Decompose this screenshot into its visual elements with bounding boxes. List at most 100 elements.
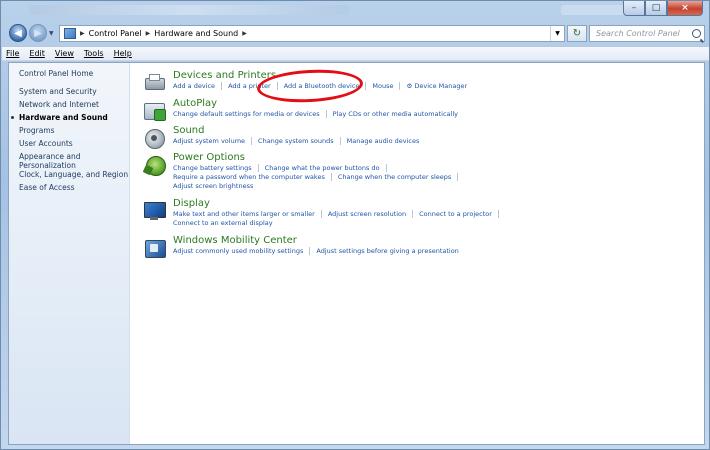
link-external-display[interactable]: Connect to an external display — [173, 219, 273, 228]
divider — [221, 82, 223, 90]
autoplay-icon[interactable] — [144, 100, 166, 122]
menu-tools[interactable]: Tools — [84, 49, 104, 58]
maximize-icon: □ — [651, 3, 661, 13]
menu-view[interactable]: View — [55, 49, 74, 58]
power-icon[interactable] — [144, 154, 166, 176]
sidebar-item-home[interactable]: Control Panel Home — [19, 69, 129, 78]
current-bullet-icon — [11, 116, 14, 119]
link-mouse[interactable]: Mouse — [372, 82, 393, 91]
link-text-larger[interactable]: Make text and other items larger or smal… — [173, 210, 315, 219]
refresh-button[interactable]: ↻ — [567, 25, 587, 42]
link-mobility-settings[interactable]: Adjust commonly used mobility settings — [173, 247, 303, 256]
minimize-icon: – — [631, 3, 637, 13]
category-display: Display Make text and other items larger… — [144, 198, 523, 228]
divider — [497, 210, 499, 218]
link-computer-sleeps[interactable]: Change when the computer sleeps — [338, 173, 451, 182]
window-controls: – □ × — [623, 1, 703, 16]
task-links: Adjust commonly used mobility settings A… — [173, 247, 523, 256]
breadcrumb-item[interactable]: Hardware and Sound — [154, 29, 238, 38]
category-title[interactable]: Display — [173, 198, 523, 210]
search-box[interactable]: Search Control Panel — [589, 25, 705, 42]
divider — [330, 173, 332, 181]
refresh-icon: ↻ — [572, 28, 582, 39]
back-arrow-icon: ◀ — [14, 27, 22, 39]
chevron-right-icon[interactable]: ▶ — [80, 30, 85, 37]
divider — [320, 210, 322, 218]
link-require-password[interactable]: Require a password when the computer wak… — [173, 173, 325, 182]
search-icon[interactable] — [692, 29, 701, 38]
task-links: Change default settings for media or dev… — [173, 110, 523, 119]
printer-icon[interactable] — [144, 72, 166, 94]
maximize-button[interactable]: □ — [645, 1, 667, 16]
link-add-device[interactable]: Add a device — [173, 82, 215, 91]
menu-file[interactable]: File — [6, 49, 19, 58]
speaker-icon[interactable] — [144, 127, 166, 149]
title-text-blurred — [29, 5, 349, 15]
close-icon: × — [681, 3, 689, 13]
category-mobility-center: Windows Mobility Center Adjust commonly … — [144, 235, 523, 259]
task-links: Make text and other items larger or smal… — [173, 210, 523, 228]
link-change-autoplay-defaults[interactable]: Change default settings for media or dev… — [173, 110, 320, 119]
link-change-system-sounds[interactable]: Change system sounds — [258, 137, 334, 146]
divider — [339, 137, 341, 145]
search-input[interactable]: Search Control Panel — [596, 29, 680, 38]
divider — [385, 164, 387, 172]
sidebar-item-clock-language[interactable]: Clock, Language, and Region — [19, 170, 129, 179]
task-links: Change battery settings Change what the … — [173, 164, 523, 191]
link-battery-settings[interactable]: Change battery settings — [173, 164, 252, 173]
sidebar-item-hardware-sound[interactable]: Hardware and Sound — [11, 113, 129, 122]
category-title[interactable]: Windows Mobility Center — [173, 235, 523, 247]
content-area: Control Panel Home System and Security N… — [8, 62, 705, 445]
mobility-icon[interactable] — [144, 237, 166, 259]
monitor-icon[interactable] — [144, 200, 166, 222]
link-label: Device Manager — [414, 82, 468, 90]
divider — [412, 210, 414, 218]
divider — [309, 247, 311, 255]
link-screen-resolution[interactable]: Adjust screen resolution — [328, 210, 406, 219]
category-sound: Sound Adjust system volume Change system… — [144, 125, 523, 149]
chevron-right-icon[interactable]: ▶ — [146, 30, 151, 37]
sidebar-item-network[interactable]: Network and Internet — [19, 100, 129, 109]
minimize-button[interactable]: – — [623, 1, 645, 16]
sidebar-item-label: Hardware and Sound — [19, 113, 108, 122]
link-presentation-settings[interactable]: Adjust settings before giving a presenta… — [316, 247, 458, 256]
close-button[interactable]: × — [667, 1, 703, 16]
divider — [365, 82, 367, 90]
main-panel: Devices and Printers Add a device Add a … — [136, 63, 701, 444]
divider — [399, 82, 401, 90]
menu-edit[interactable]: Edit — [29, 49, 45, 58]
address-controls: ▼ — [550, 26, 564, 41]
forward-button[interactable]: ▶ — [29, 24, 47, 42]
sidebar-item-user-accounts[interactable]: User Accounts — [19, 139, 129, 148]
recent-pages-dropdown-icon[interactable]: ▼ — [49, 30, 54, 37]
category-title[interactable]: AutoPlay — [173, 98, 523, 110]
sidebar-item-system-security[interactable]: System and Security — [19, 87, 129, 96]
divider — [251, 137, 253, 145]
category-title[interactable]: Power Options — [173, 152, 523, 164]
chevron-right-icon[interactable]: ▶ — [242, 30, 247, 37]
divider — [325, 110, 327, 118]
address-bar[interactable]: ▶ Control Panel ▶ Hardware and Sound ▶ ▼ — [59, 25, 565, 42]
window-frame: – □ × ◀ ▶ ▼ ▶ Control Panel ▶ Hardware a… — [0, 0, 710, 450]
category-power-options: Power Options Change battery settings Ch… — [144, 152, 523, 191]
sidebar-item-programs[interactable]: Programs — [19, 126, 129, 135]
title-bar[interactable]: – □ × — [1, 1, 709, 23]
breadcrumb-item[interactable]: Control Panel — [89, 29, 142, 38]
address-dropdown-icon[interactable]: ▼ — [550, 26, 564, 41]
menu-help[interactable]: Help — [114, 49, 132, 58]
navigation-row: ◀ ▶ ▼ ▶ Control Panel ▶ Hardware and Sou… — [7, 23, 705, 45]
menu-bar: File Edit View Tools Help — [2, 46, 709, 61]
sidebar-item-ease-of-access[interactable]: Ease of Access — [19, 183, 129, 192]
link-connect-projector[interactable]: Connect to a projector — [419, 210, 492, 219]
sidebar-item-appearance[interactable]: Appearance and Personalization — [19, 152, 89, 170]
link-power-buttons[interactable]: Change what the power buttons do — [265, 164, 380, 173]
link-device-manager[interactable]: ⚙ Device Manager — [406, 82, 467, 91]
link-play-cds[interactable]: Play CDs or other media automatically — [333, 110, 458, 119]
category-autoplay: AutoPlay Change default settings for med… — [144, 98, 523, 122]
back-button[interactable]: ◀ — [9, 24, 27, 42]
divider — [457, 173, 459, 181]
link-adjust-volume[interactable]: Adjust system volume — [173, 137, 245, 146]
link-screen-brightness[interactable]: Adjust screen brightness — [173, 182, 253, 191]
link-manage-audio-devices[interactable]: Manage audio devices — [347, 137, 420, 146]
category-title[interactable]: Sound — [173, 125, 523, 137]
